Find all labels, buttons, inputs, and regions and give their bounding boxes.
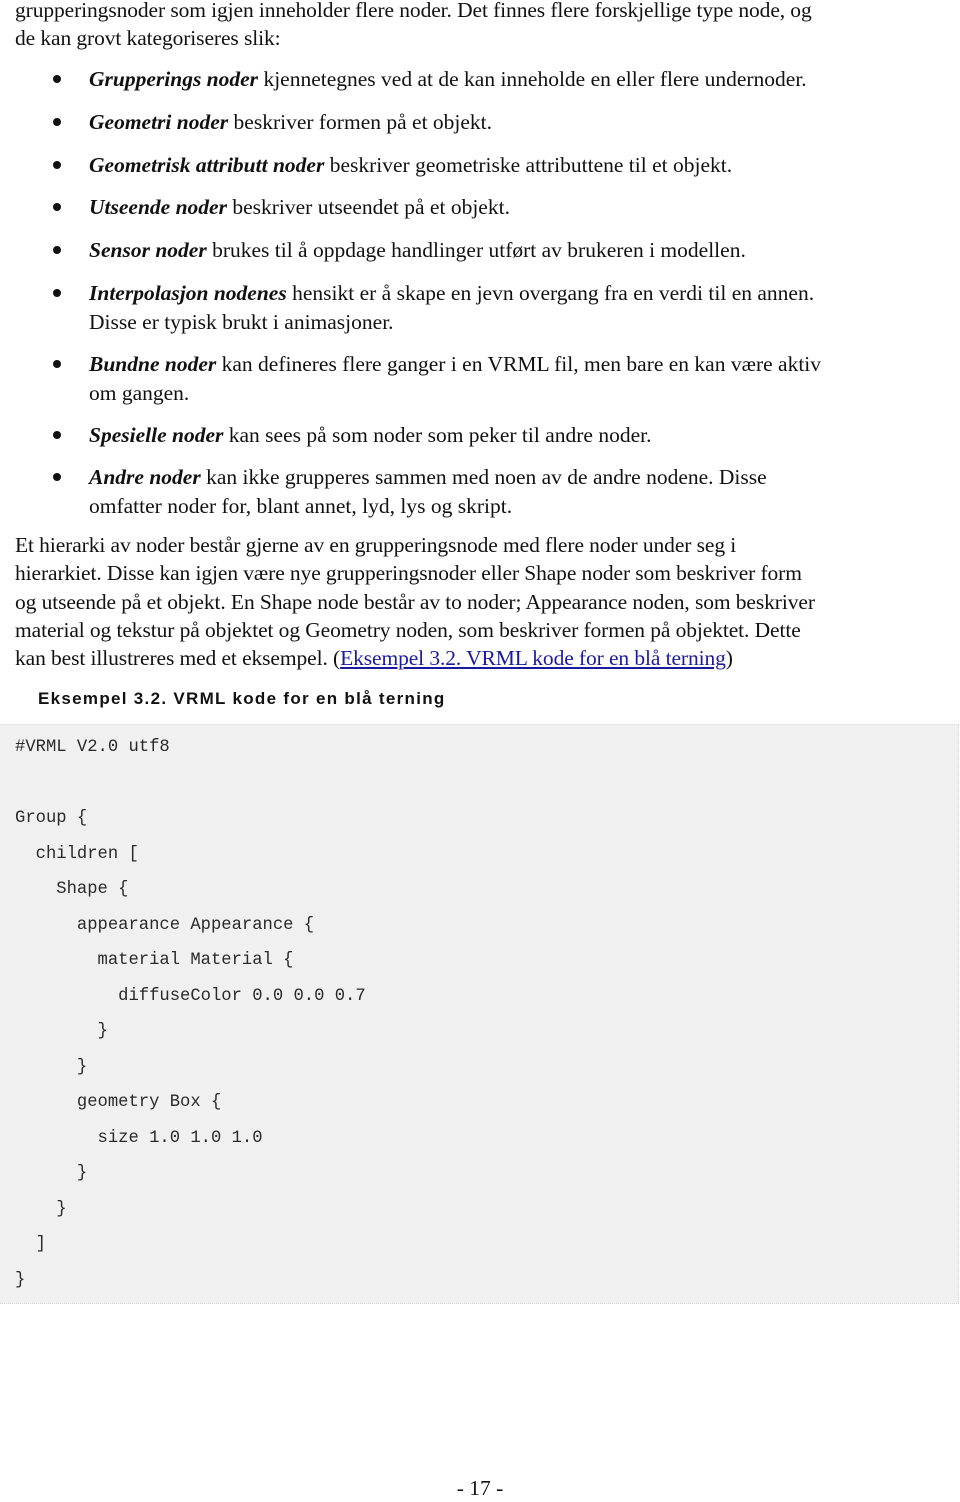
code-line: material Material {	[15, 951, 294, 970]
paragraph-line: hierarkiet. Disse kan igjen være nye gru…	[15, 561, 802, 585]
bullet-icon	[53, 246, 61, 254]
page-number: - 17 -	[456, 1476, 504, 1500]
code-line: appearance Appearance {	[15, 916, 315, 935]
description-continued: omfatter noder for, blant annet, lyd, ly…	[89, 493, 513, 518]
code-line: ]	[15, 1235, 46, 1254]
paragraph-line: kan best illustreres med et eksempel. (E…	[15, 644, 950, 673]
example-title: Eksempel 3.2. VRML kode for en blå terni…	[38, 689, 446, 708]
bullet-icon	[53, 431, 61, 439]
description: kan defineres flere ganger i en VRML fil…	[216, 352, 822, 376]
term: Geometrisk attributt noder	[89, 153, 325, 177]
code-line: Group {	[15, 809, 88, 828]
code-line: diffuseColor 0.0 0.0 0.7	[15, 987, 366, 1006]
intro-line-2: de kan grovt kategoriseres slik:	[15, 26, 281, 50]
bullet-icon	[53, 118, 61, 126]
description: beskriver utseendet på et objekt.	[226, 195, 510, 219]
code-line: geometry Box {	[15, 1093, 222, 1112]
paragraph-line: Et hierarki av noder består gjerne av en…	[15, 533, 737, 557]
example-link[interactable]: Eksempel 3.2. VRML kode for en blå terni…	[340, 646, 726, 670]
description: kjennetegnes ved at de kan inneholde en …	[258, 67, 807, 91]
description: kan ikke grupperes sammen med noen av de…	[200, 465, 767, 489]
description: hensikt er å skape en jevn overgang fra …	[286, 281, 815, 305]
term: Grupperings noder	[89, 67, 259, 91]
description: beskriver formen på et objekt.	[228, 110, 493, 134]
term: Utseende noder	[89, 195, 227, 219]
text: kan best illustreres med et eksempel. (	[15, 646, 341, 670]
term: Spesielle noder	[89, 423, 224, 447]
term: Interpolasjon nodenes	[89, 281, 287, 305]
code-line: }	[15, 1200, 67, 1219]
text: )	[725, 646, 733, 670]
code-line: }	[15, 1022, 108, 1041]
term: Sensor noder	[89, 238, 207, 262]
term: Andre noder	[89, 465, 201, 489]
code-line: children [	[15, 845, 139, 864]
code-line: }	[15, 1271, 26, 1290]
term: Geometri noder	[89, 110, 229, 134]
code-line: size 1.0 1.0 1.0	[15, 1129, 263, 1148]
bullet-icon	[53, 289, 61, 297]
term: Bundne noder	[89, 352, 217, 376]
description-continued: om gangen.	[89, 380, 190, 405]
intro-line-1: grupperingsnoder som igjen inneholder fl…	[15, 0, 812, 22]
description-continued: Disse er typisk brukt i animasjoner.	[89, 309, 394, 334]
description: kan sees på som noder som peker til andr…	[223, 423, 652, 447]
code-line: #VRML V2.0 utf8	[15, 738, 170, 757]
bullet-icon	[53, 360, 61, 368]
bullet-icon	[53, 75, 61, 83]
bullet-icon	[53, 161, 61, 169]
code-block: #VRML V2.0 utf8 Group { children [ Shape…	[0, 724, 959, 1304]
code-line: Shape {	[15, 880, 129, 899]
paragraph-line: og utseende på et objekt. En Shape node …	[15, 590, 815, 614]
description: brukes til å oppdage handlinger utført a…	[206, 238, 746, 262]
description: beskriver geometriske attributtene til e…	[324, 153, 733, 177]
paragraph-line: material og tekstur på objektet og Geome…	[15, 618, 801, 642]
code-line: }	[15, 1058, 88, 1077]
bullet-icon	[53, 473, 61, 481]
code-line: }	[15, 1164, 88, 1183]
bullet-icon	[53, 203, 61, 211]
